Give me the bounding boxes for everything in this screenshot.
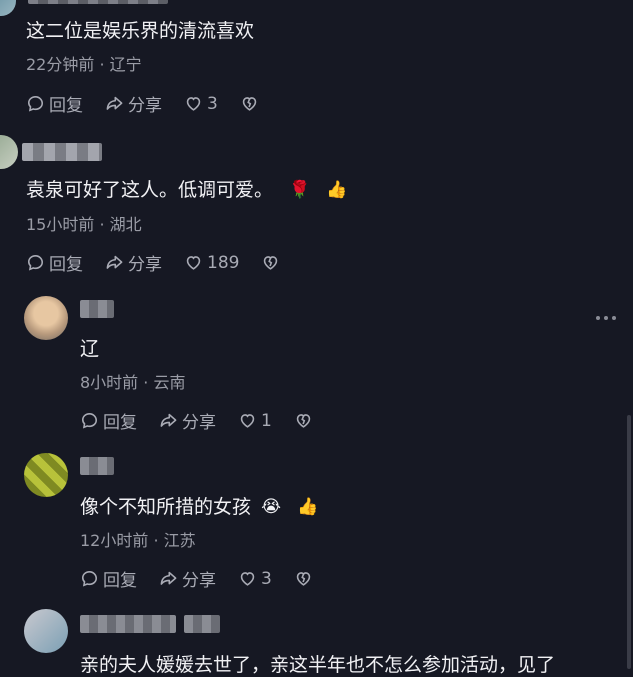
like-count: 3 [261,568,272,589]
reply-time: 12小时前 [80,531,149,550]
share-button[interactable]: 分享 [105,250,162,275]
avatar[interactable] [24,453,68,497]
reply-meta: 12小时前 · 江苏 [80,527,196,551]
comment-location: 辽宁 [109,55,142,74]
share-icon [106,255,123,269]
heart-icon [186,97,201,111]
reply-button[interactable]: 回复 [80,566,137,591]
share-button[interactable]: 分享 [159,408,216,433]
like-count: 189 [207,252,240,273]
share-label: 分享 [128,96,162,116]
reply-button[interactable]: 回复 [26,91,83,116]
comment-text: 这二位是娱乐界的清流喜欢 [26,20,255,42]
like-button[interactable]: 189 [184,253,239,273]
like-count: 1 [261,410,272,431]
thumbs-up-emoji: 👍 [326,180,348,200]
like-count: 3 [207,93,218,114]
avatar[interactable] [0,135,18,169]
reply-time: 8小时前 [80,373,139,392]
reply-button[interactable]: 回复 [80,408,137,433]
meta-separator: · [143,373,149,392]
reply-text-partial: 亲的夫人媛媛去世了，亲这半年也不怎么参加活动，见了 [80,654,556,676]
username-blurred[interactable] [80,615,176,633]
rose-emoji: 🌹 [289,180,311,200]
username-blurred[interactable] [80,457,114,475]
dislike-heart-icon [264,256,278,270]
more-dots-icon [596,316,616,320]
reply-actions: 回复 分享 1 [80,408,335,433]
reply-label: 回复 [49,96,83,116]
reply-location: 江苏 [163,531,196,550]
dislike-button[interactable] [294,569,313,588]
comment-actions: 回复 分享 189 [26,250,302,275]
comment-icon [27,95,44,112]
reply-location: 云南 [153,373,186,392]
comment-time: 22分钟前 [26,55,95,74]
comment-meta: 22分钟前 · 辽宁 [26,51,142,75]
heart-icon [240,572,255,586]
reply-text-body: 像个不知所措的女孩 [80,496,252,518]
reply-text: 像个不知所措的女孩 😭 👍 [80,492,318,519]
dislike-button[interactable] [294,411,313,430]
crying-emoji: 😭 [261,497,281,517]
username-blurred[interactable] [28,0,168,4]
share-label: 分享 [182,571,216,591]
username-blurred[interactable] [22,143,102,161]
share-icon [160,413,177,427]
avatar[interactable] [24,609,68,653]
meta-separator: · [99,55,105,74]
dislike-button[interactable] [261,253,280,272]
meta-separator: · [153,531,159,550]
heart-icon [240,414,255,428]
username-badge-blurred [184,615,220,633]
like-button[interactable]: 1 [238,411,272,431]
comment-location: 湖北 [109,215,142,234]
reply-actions: 回复 分享 3 [80,566,335,591]
share-button[interactable]: 分享 [159,566,216,591]
dislike-heart-icon [296,572,311,586]
avatar[interactable] [24,296,68,340]
share-label: 分享 [128,255,162,275]
more-button[interactable] [594,307,618,320]
comment-text: 袁泉可好了这人。低调可爱。 🌹 👍 [26,175,347,202]
reply-button[interactable]: 回复 [26,250,83,275]
comment-actions: 回复 分享 3 [26,91,281,116]
reply-text: 辽 [80,338,100,360]
like-button[interactable]: 3 [184,94,218,114]
comment-time: 15小时前 [26,215,95,234]
reply-meta: 8小时前 · 云南 [80,369,185,393]
comment-icon [27,254,44,271]
comment-icon [81,412,98,429]
meta-separator: · [99,215,105,234]
reply-label: 回复 [49,255,83,275]
avatar[interactable] [0,0,16,16]
scrollbar-thumb[interactable] [627,415,631,669]
thumbs-up-emoji: 👍 [296,497,319,517]
share-icon [160,571,177,585]
heart-icon [186,256,201,270]
like-button[interactable]: 3 [238,569,272,589]
dislike-heart-icon [296,414,311,428]
username-blurred[interactable] [80,300,114,318]
dislike-heart-icon [242,97,257,111]
dislike-button[interactable] [240,94,259,113]
share-icon [106,96,123,110]
comment-icon [81,570,98,587]
share-label: 分享 [182,413,216,433]
comment-meta: 15小时前 · 湖北 [26,211,142,235]
comment-text-body: 袁泉可好了这人。低调可爱。 [26,179,274,201]
reply-label: 回复 [103,571,137,591]
share-button[interactable]: 分享 [105,91,162,116]
reply-label: 回复 [103,413,137,433]
